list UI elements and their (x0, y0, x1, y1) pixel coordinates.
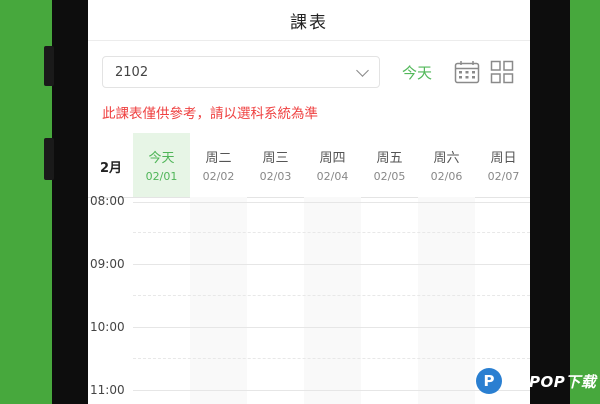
top-bar: 課表 (88, 0, 530, 41)
phone-volume-up-button (44, 46, 54, 86)
half-hour-line (133, 295, 530, 296)
day-date: 02/05 (373, 170, 406, 183)
hour-line (133, 390, 530, 391)
grid-view-icon[interactable] (490, 60, 514, 84)
day-date: 02/06 (430, 170, 463, 183)
phone-volume-down-button (44, 138, 54, 180)
day-header-today[interactable]: 今天 02/01 (133, 133, 190, 197)
hour-line (133, 264, 530, 265)
day-column-stripe (304, 197, 361, 404)
day-header-tue[interactable]: 周二 02/02 (190, 133, 247, 197)
hour-line (133, 202, 530, 203)
time-label: 10:00 (90, 320, 125, 334)
chevron-down-icon (356, 64, 369, 77)
schedule-grid[interactable]: 08:00 09:00 10:00 11:00 (88, 194, 530, 404)
day-header-fri[interactable]: 周五 02/05 (361, 133, 418, 197)
time-label: 11:00 (90, 383, 125, 397)
time-label: 08:00 (90, 194, 125, 208)
day-date: 02/07 (487, 170, 520, 183)
day-name: 周二 (205, 151, 232, 166)
watermark-text: PCPOP下载 (506, 373, 597, 391)
time-label: 09:00 (90, 257, 125, 271)
day-name: 今天 (148, 151, 175, 166)
day-date: 02/02 (202, 170, 235, 183)
watermark: P PCPOP下载 (474, 364, 600, 404)
hour-line (133, 327, 530, 328)
class-select[interactable]: 2102 (102, 56, 380, 88)
watermark-logo-icon: P (476, 368, 502, 394)
month-label: 2月 (100, 161, 123, 176)
day-name: 周四 (319, 151, 346, 166)
week-header: 2月 今天 02/01 周二 02/02 周三 02/03 周四 02/04 周… (88, 133, 530, 198)
day-name: 周三 (262, 151, 289, 166)
calendar-icon[interactable] (454, 60, 480, 84)
day-header-thu[interactable]: 周四 02/04 (304, 133, 361, 197)
day-column-stripe (418, 197, 475, 404)
notice-text: 此課表僅供參考，請以選科系統為準 (102, 106, 318, 122)
day-header-sat[interactable]: 周六 02/06 (418, 133, 475, 197)
day-column-stripe (190, 197, 247, 404)
page-title: 課表 (290, 12, 328, 33)
half-hour-line (133, 358, 530, 359)
today-button[interactable]: 今天 (402, 62, 432, 83)
day-date: 02/03 (259, 170, 292, 183)
app-screen: 課表 2102 今天 此課表僅供參考，請以選科系統為準 2月 今天 02/01 (88, 0, 530, 404)
day-name: 周六 (433, 151, 460, 166)
day-header-wed[interactable]: 周三 02/03 (247, 133, 304, 197)
half-hour-line (133, 232, 530, 233)
day-header-sun[interactable]: 周日 02/07 (475, 133, 530, 197)
phone-frame-right (530, 0, 570, 404)
day-date: 02/04 (316, 170, 349, 183)
day-date: 02/01 (145, 170, 178, 183)
day-name: 周五 (376, 151, 403, 166)
phone-frame-left (52, 0, 90, 404)
class-select-value: 2102 (115, 64, 149, 80)
day-name: 周日 (490, 151, 517, 166)
